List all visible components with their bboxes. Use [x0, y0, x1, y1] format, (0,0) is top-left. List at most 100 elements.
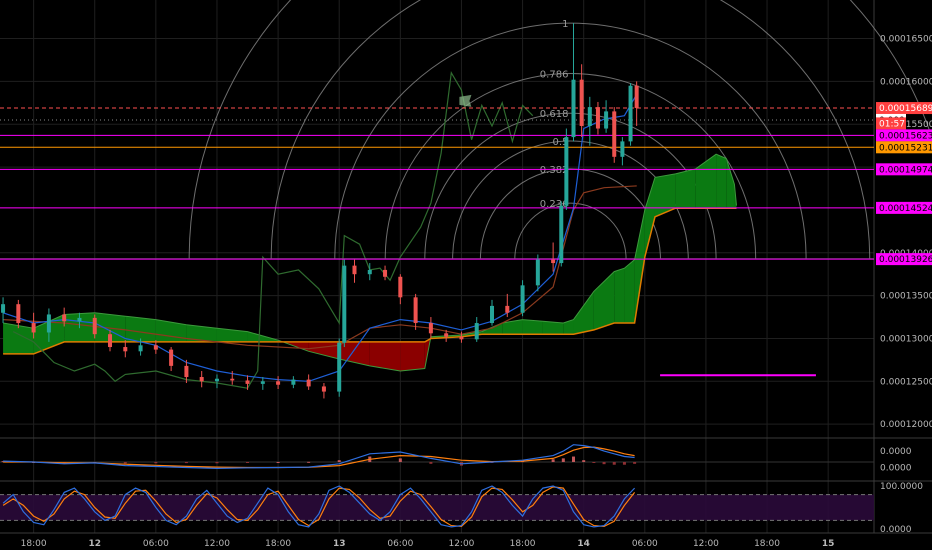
macd-histogram-bar-5 — [154, 462, 158, 464]
candle-body-23[interactable] — [342, 265, 347, 343]
candle-body-11[interactable] — [169, 349, 174, 366]
stoch-tick-0: 100.0000 — [880, 482, 923, 492]
candle-body-28[interactable] — [413, 297, 418, 324]
candle-body-3[interactable] — [46, 314, 51, 333]
macd-tick-0: 0.0000 — [880, 447, 912, 457]
candle-body-1[interactable] — [16, 304, 21, 324]
candle-body-34[interactable] — [505, 305, 510, 313]
candle-body-22[interactable] — [337, 342, 342, 392]
candle-body-5[interactable] — [77, 317, 82, 322]
price-tag-4[interactable]: 0.00015231 — [879, 143, 932, 153]
candle-body-31[interactable] — [459, 336, 464, 340]
candle-body-38[interactable] — [559, 205, 564, 264]
candle-body-37[interactable] — [551, 259, 556, 264]
cloud-segment-4 — [125, 316, 156, 342]
candle-body-47[interactable] — [628, 85, 633, 142]
macd-histogram-bar-10 — [307, 461, 311, 463]
candle-body-45[interactable] — [612, 111, 617, 157]
macd-histogram-bar-24 — [612, 462, 616, 465]
time-tick-9: 14 — [577, 539, 590, 549]
candle-body-32[interactable] — [474, 323, 479, 340]
stoch-tick-1: 0.0000 — [880, 525, 912, 535]
candle-body-6[interactable] — [92, 317, 97, 335]
candle-body-48[interactable] — [634, 85, 639, 108]
candle-body-18[interactable] — [276, 381, 281, 385]
time-tick-6: 06:00 — [387, 539, 413, 549]
time-tick-7: 12:00 — [448, 539, 474, 549]
candle-body-16[interactable] — [245, 380, 250, 384]
candle-body-44[interactable] — [604, 111, 609, 129]
candle-body-43[interactable] — [595, 107, 600, 129]
chart-background — [0, 0, 932, 550]
candle-body-7[interactable] — [108, 334, 113, 348]
candle-body-35[interactable] — [520, 285, 525, 313]
candle-body-8[interactable] — [123, 347, 128, 352]
cloud-segment-20 — [542, 321, 564, 335]
candle-body-17[interactable] — [260, 381, 265, 384]
candle-body-25[interactable] — [367, 269, 372, 275]
price-tick-1: 0.00016000 — [880, 77, 932, 87]
macd-histogram-bar-25 — [622, 462, 626, 465]
candle-body-29[interactable] — [428, 323, 433, 334]
time-tick-3: 12:00 — [204, 539, 230, 549]
macd-histogram-bar-11 — [337, 460, 341, 462]
macd-histogram-bar-7 — [215, 462, 219, 464]
candle-body-27[interactable] — [398, 276, 403, 298]
candle-body-46[interactable] — [620, 141, 625, 157]
cloud-segment-31 — [716, 154, 727, 209]
macd-histogram-bar-4 — [123, 462, 127, 464]
candle-body-21[interactable] — [321, 386, 326, 392]
macd-tick-1: 0.0000 — [880, 463, 912, 473]
candle-body-19[interactable] — [291, 379, 296, 385]
candle-body-39[interactable] — [564, 137, 569, 206]
candle-body-13[interactable] — [199, 377, 204, 382]
candle-body-20[interactable] — [306, 379, 311, 387]
candle-body-30[interactable] — [444, 333, 449, 337]
price-tag-2[interactable]: 01:57 — [879, 119, 905, 129]
macd-histogram-bar-8 — [246, 462, 250, 463]
time-tick-0: 18:00 — [21, 539, 47, 549]
time-tick-11: 12:00 — [693, 539, 719, 549]
price-tag-0[interactable]: 0.00015689 — [879, 104, 932, 114]
candle-body-33[interactable] — [490, 305, 495, 324]
time-tick-4: 18:00 — [265, 539, 291, 549]
candle-body-40[interactable] — [571, 79, 576, 138]
candle-body-10[interactable] — [153, 345, 158, 350]
trading-chart[interactable]: 10.7860.6180.50.3820.236 0.000165000.000… — [0, 0, 932, 550]
candle-body-12[interactable] — [184, 365, 189, 378]
macd-histogram-bar-18 — [551, 459, 555, 462]
candle-body-26[interactable] — [383, 269, 388, 277]
price-tick-7: 0.00012500 — [880, 377, 932, 387]
price-tag-5[interactable]: 0.00014974 — [879, 165, 932, 175]
fib-label-4: 0.382 — [540, 165, 569, 176]
cloud-segment-25 — [624, 259, 635, 324]
candle-body-41[interactable] — [579, 79, 584, 126]
macd-histogram-bar-9 — [276, 462, 280, 463]
candle-body-2[interactable] — [31, 323, 36, 333]
candle-body-42[interactable] — [587, 107, 592, 126]
candle-body-0[interactable] — [1, 304, 6, 313]
price-tick-8: 0.00012000 — [880, 420, 932, 430]
price-tick-6: 0.00013000 — [880, 334, 932, 344]
macd-histogram-bar-6 — [184, 462, 188, 464]
cloud-segment-13 — [400, 341, 425, 372]
candle-body-36[interactable] — [535, 259, 540, 286]
price-tag-6[interactable]: 0.00014524 — [879, 204, 932, 214]
price-tick-5: 0.00013500 — [880, 292, 932, 302]
time-tick-12: 18:00 — [754, 539, 780, 549]
macd-histogram-bar-19 — [561, 458, 565, 462]
candle-body-14[interactable] — [214, 378, 219, 382]
candle-body-9[interactable] — [138, 345, 143, 352]
candle-body-15[interactable] — [230, 378, 235, 381]
candle-body-4[interactable] — [62, 314, 67, 322]
candle-body-24[interactable] — [352, 265, 357, 275]
time-tick-13: 15 — [822, 539, 835, 549]
cloud-segment-24 — [614, 268, 625, 324]
price-tick-0: 0.00016500 — [880, 35, 932, 45]
price-tag-3[interactable]: 0.00015623 — [879, 131, 932, 141]
fib-label-5: 0.236 — [540, 199, 569, 210]
fib-label-1: 0.786 — [540, 70, 569, 81]
cloud-segment-29 — [675, 168, 696, 209]
fib-label-2: 0.618 — [540, 109, 569, 120]
price-tag-7[interactable]: 0.00013926 — [879, 255, 932, 265]
